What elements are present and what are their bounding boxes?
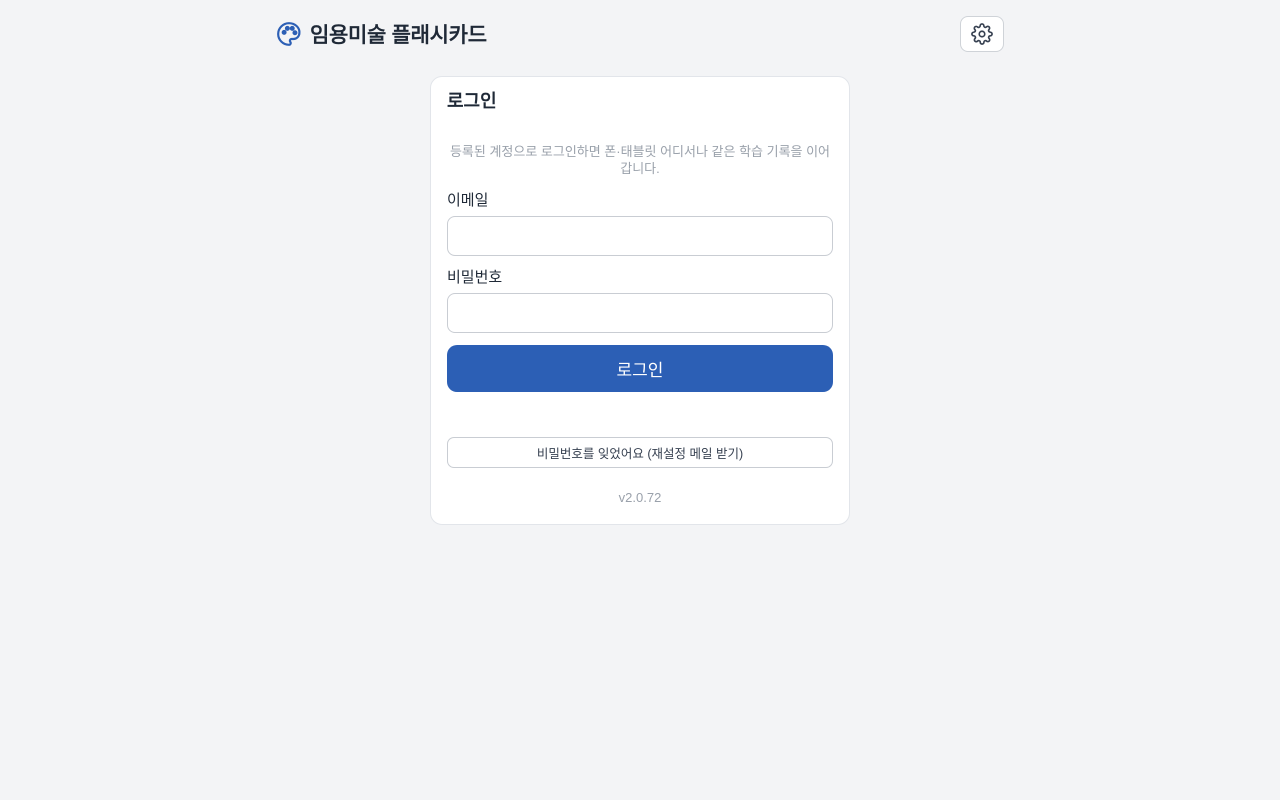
gear-icon xyxy=(971,23,993,45)
password-label: 비밀번호 xyxy=(447,269,503,286)
email-field[interactable] xyxy=(447,216,833,256)
palette-icon xyxy=(276,21,302,47)
password-field[interactable] xyxy=(447,293,833,333)
forgot-password-button[interactable]: 비밀번호를 잊었어요 (재설정 메일 받기) xyxy=(447,437,833,468)
version-label: v2.0.72 xyxy=(618,490,662,505)
login-title: 로그인 xyxy=(447,91,497,111)
settings-button[interactable] xyxy=(960,16,1004,52)
login-description: 등록된 계정으로 로그인하면 폰·태블릿 어디서나 같은 학습 기록을 이어 갑… xyxy=(449,144,831,176)
brand: 임용미술 플래시카드 xyxy=(276,19,487,49)
app-header: 임용미술 플래시카드 xyxy=(276,16,1004,52)
email-label: 이메일 xyxy=(447,192,489,209)
login-card: 로그인 등록된 계정으로 로그인하면 폰·태블릿 어디서나 같은 학습 기록을 … xyxy=(430,76,850,525)
login-button[interactable]: 로그인 xyxy=(447,345,833,392)
app-title: 임용미술 플래시카드 xyxy=(310,24,487,47)
